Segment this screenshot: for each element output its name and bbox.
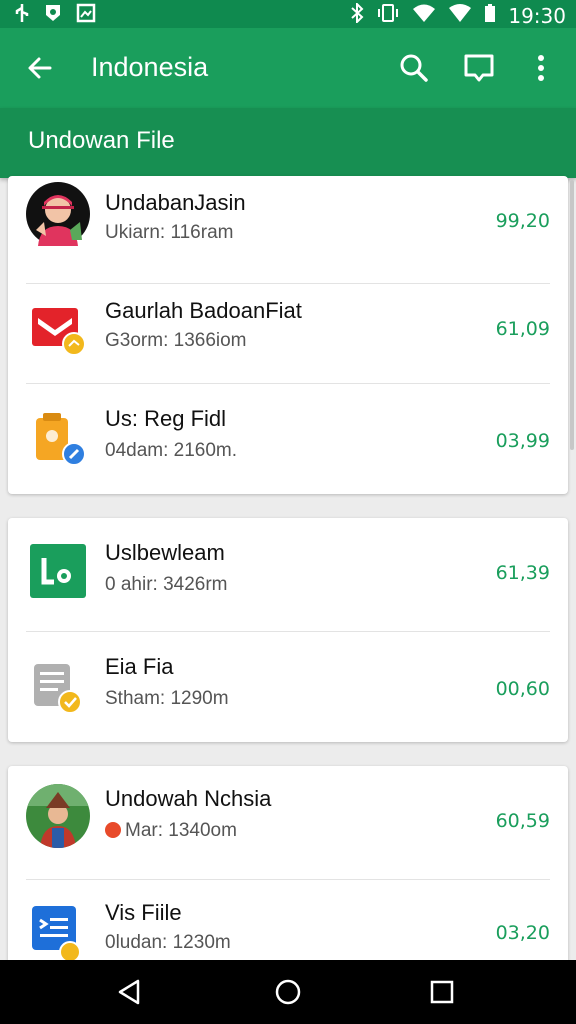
- more-vert-icon[interactable]: [525, 52, 557, 84]
- item-name: Undowah Nchsia: [105, 786, 272, 811]
- status-time: 19:30: [508, 3, 566, 28]
- item-value: 60,59: [495, 810, 550, 832]
- item-value: 99,20: [495, 210, 550, 232]
- mail-icon: [26, 298, 90, 362]
- item-meta-wrap: Mar: 1340om: [105, 820, 237, 842]
- vibrate-icon: [376, 3, 400, 28]
- file-group-card: UndabanJasin Ukiarn: 116ram 99,20 Gaurla…: [8, 176, 568, 494]
- item-name: Gaurlah BadoanFiat: [105, 298, 302, 323]
- list-item[interactable]: Uslbewleam 0 ahir: 3426rm 61,39: [8, 518, 568, 632]
- battery-icon: [484, 3, 496, 28]
- avatar-man-icon: [26, 784, 90, 848]
- nav-bar: [0, 960, 576, 1024]
- sheets-icon: [26, 538, 90, 602]
- item-name: Uslbewleam: [105, 540, 225, 565]
- file-group-card: Uslbewleam 0 ahir: 3426rm 61,39 Eia Fia …: [8, 518, 568, 742]
- clipboard-icon: [26, 406, 90, 470]
- item-meta: 04dam: 2160m.: [105, 440, 238, 461]
- doc-list-icon: [26, 900, 90, 964]
- bluetooth-icon: [350, 1, 364, 28]
- item-meta: 0 ahir: 3426rm: [105, 574, 228, 595]
- usb-icon: [14, 3, 30, 28]
- back-triangle-icon[interactable]: [114, 976, 146, 1008]
- avatar-woman-icon: [26, 182, 90, 246]
- search-icon[interactable]: [398, 52, 430, 84]
- list-item[interactable]: Eia Fia Stham: 1290m 00,60: [8, 632, 568, 740]
- app-bar: Indonesia: [0, 28, 576, 108]
- document-icon: [26, 656, 90, 720]
- item-meta: 0ludan: 1230m: [105, 932, 231, 953]
- list-item[interactable]: Vis Fiile 0ludan: 1230m 03,20: [8, 880, 568, 966]
- section-header: Undowan File: [0, 108, 576, 178]
- item-name: UndabanJasin: [105, 190, 246, 215]
- item-meta: G3orm: 1366iom: [105, 330, 247, 351]
- item-value: 00,60: [495, 678, 550, 700]
- item-value: 03,20: [495, 922, 550, 944]
- item-name: Eia Fia: [105, 654, 174, 679]
- item-meta: Stham: 1290m: [105, 688, 229, 709]
- list-item[interactable]: Gaurlah BadoanFiat G3orm: 1366iom 61,09: [8, 276, 568, 384]
- item-name: Vis Fiile: [105, 900, 182, 925]
- item-meta: Mar: 1340om: [125, 820, 237, 841]
- status-bar: 19:30: [0, 0, 576, 28]
- status-dot-icon: [105, 822, 121, 838]
- list-item[interactable]: Us: Reg Fidl 04dam: 2160m. 03,99: [8, 384, 568, 492]
- item-name: Us: Reg Fidl: [105, 406, 227, 431]
- shield-icon: [44, 3, 62, 28]
- wifi-icon: [412, 3, 436, 28]
- file-group-card: Undowah Nchsia Mar: 1340om 60,59 Vis Fii…: [8, 766, 568, 966]
- list-item[interactable]: UndabanJasin Ukiarn: 116ram 99,20: [8, 176, 568, 284]
- home-circle-icon[interactable]: [272, 976, 304, 1008]
- scrollbar[interactable]: [570, 180, 574, 450]
- item-value: 61,39: [495, 562, 550, 584]
- recents-square-icon[interactable]: [426, 976, 458, 1008]
- item-value: 03,99: [495, 430, 550, 452]
- section-title: Undowan File: [28, 127, 175, 154]
- signal-icon: [448, 3, 472, 28]
- item-value: 61,09: [495, 318, 550, 340]
- item-meta: Ukiarn: 116ram: [105, 222, 234, 243]
- list-item[interactable]: Undowah Nchsia Mar: 1340om 60,59: [8, 766, 568, 880]
- photo-icon: [76, 3, 96, 28]
- page-title: Indonesia: [91, 52, 209, 82]
- cast-icon[interactable]: [463, 52, 495, 84]
- arrow-back-icon[interactable]: [24, 52, 56, 84]
